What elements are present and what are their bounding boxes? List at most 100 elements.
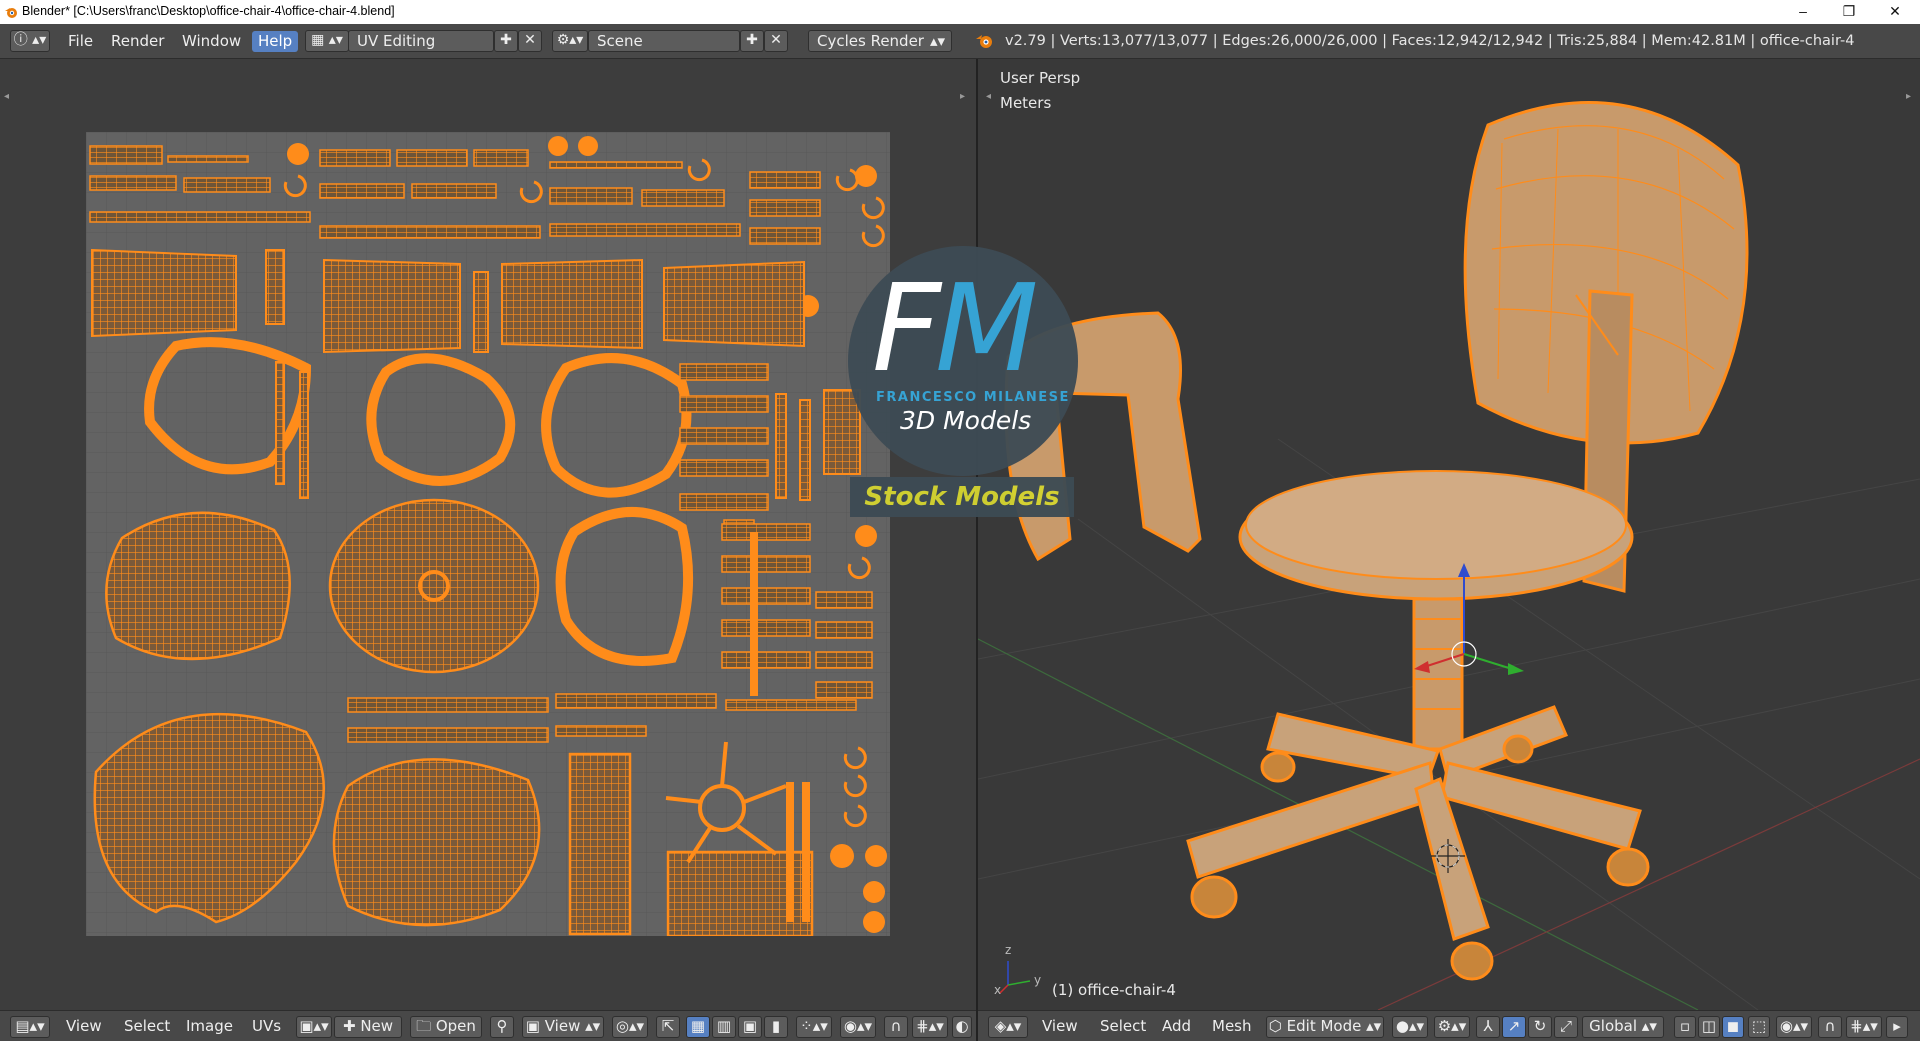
proportional-editing-button[interactable]: ◉▴▾ <box>1776 1016 1812 1038</box>
viewport-menu-mesh[interactable]: Mesh <box>1212 1016 1252 1037</box>
info-icon: ⓘ ▴▾ <box>13 32 47 48</box>
sync-selection-button[interactable]: ⇱ <box>656 1016 680 1038</box>
close-window-button[interactable]: ✕ <box>1872 0 1918 24</box>
axis-y-label: y <box>1034 973 1042 987</box>
pivot-button[interactable]: ◎▴▾ <box>612 1016 648 1038</box>
uv-image-editor[interactable]: ◂ ▸ <box>0 59 976 1010</box>
sticky-mode-button[interactable]: ⁘▴▾ <box>796 1016 832 1038</box>
sticky-icon: ⁘▴▾ <box>800 1017 828 1035</box>
toolshelf-toggle-icon[interactable]: ◂ <box>4 91 9 102</box>
dropdown-arrows-icon: ▴▾ <box>929 32 945 50</box>
uv-layout-drawing <box>86 132 890 936</box>
proportional-edit-icon: ◉▴▾ <box>843 1017 873 1035</box>
menu-window[interactable]: Window <box>176 31 247 52</box>
viewport-menu-select[interactable]: Select <box>1100 1016 1146 1037</box>
magnet-icon: ∩ <box>890 1017 902 1035</box>
layout-add-button[interactable]: ✚ <box>494 30 518 52</box>
dropdown-arrows-icon: ▴▾ <box>580 1017 601 1035</box>
viewport-shading-button[interactable]: ●▴▾ <box>1392 1016 1428 1038</box>
editor-type-info-button[interactable]: ⓘ ▴▾ <box>10 30 50 52</box>
pivot-icon: ⚙▴▾ <box>1437 1017 1467 1035</box>
face-select-mode-button[interactable]: ◼ <box>1722 1016 1744 1038</box>
uv-view-mode-select[interactable]: ▣ View ▴▾ <box>522 1016 604 1038</box>
render-engine-select[interactable]: Cycles Render ▴▾ <box>808 30 952 52</box>
proportional-edit-button[interactable]: ◉▴▾ <box>840 1016 876 1038</box>
vertex-select-mode-button[interactable]: ▫ <box>1674 1016 1696 1038</box>
scene-statistics: v2.79 | Verts:13,077/13,077 | Edges:26,0… <box>1005 33 1855 49</box>
pin-button[interactable]: ⚲ <box>490 1016 514 1038</box>
viewport-menu-view[interactable]: View <box>1042 1016 1078 1037</box>
rotate-manipulator-button[interactable]: ↻ <box>1528 1016 1552 1038</box>
interaction-mode-label: Edit Mode <box>1286 1017 1362 1035</box>
interaction-mode-select[interactable]: ⬡ Edit Mode ▴▾ <box>1266 1016 1384 1038</box>
minimize-button[interactable]: – <box>1780 0 1826 24</box>
vertex-select-button[interactable]: ▦ <box>686 1016 710 1038</box>
snap-icon: ⋕▴▾ <box>1850 1017 1878 1035</box>
pivot-icon: ◎▴▾ <box>615 1017 645 1035</box>
layout-name-field[interactable]: UV Editing <box>348 30 494 52</box>
editor-type-uv-button[interactable]: ▤▴▾ <box>10 1016 50 1038</box>
new-image-button[interactable]: ✚ New <box>334 1016 402 1038</box>
axis-x-label: x <box>994 983 1002 997</box>
axis-z-label: z <box>1005 943 1012 957</box>
toolshelf-toggle-icon[interactable]: ◂ <box>986 91 991 102</box>
active-object-button[interactable]: ◐ <box>952 1016 972 1038</box>
camera-icon: ▸ <box>1893 1017 1901 1035</box>
watermark-tagline: 3D Models <box>900 406 1032 435</box>
image-browse-button[interactable]: ▣▴▾ <box>296 1016 332 1038</box>
scale-manipulator-button[interactable]: ⤢ <box>1554 1016 1578 1038</box>
scene-add-button[interactable]: ✚ <box>740 30 764 52</box>
snap-button[interactable]: ∩ <box>1818 1016 1842 1038</box>
dropdown-arrows-icon: ▴▾ <box>1637 1017 1657 1035</box>
editor-type-3d-button[interactable]: ◈▴▾ <box>988 1016 1028 1038</box>
folder-icon: 🗀 <box>416 1017 436 1035</box>
island-select-button[interactable]: ▮ <box>764 1016 788 1038</box>
layout-delete-button[interactable]: ✕ <box>518 30 542 52</box>
snap-toggle-button[interactable]: ∩ <box>884 1016 908 1038</box>
manipulator-toggle-button[interactable]: ⅄ <box>1476 1016 1500 1038</box>
3d-viewport[interactable]: User Persp Meters (1) office-chair-4 ◂ ▸… <box>978 59 1920 1010</box>
uv-menu-uvs[interactable]: UVs <box>252 1016 281 1037</box>
menu-file[interactable]: File <box>62 31 99 52</box>
menu-help[interactable]: Help <box>252 31 299 52</box>
uv-view-mode-label: View <box>544 1017 581 1035</box>
watermark-logo-text: FM <box>872 260 1039 399</box>
open-image-label: Open <box>435 1017 476 1035</box>
layout-browse-button[interactable]: ▦ ▴▾ <box>305 30 349 52</box>
view-perspective-label: User Persp <box>1000 69 1081 87</box>
uv-menu-view[interactable]: View <box>66 1016 102 1037</box>
translate-manipulator-button[interactable]: ↗ <box>1502 1016 1526 1038</box>
transform-orientation-select[interactable]: Global ▴▾ <box>1582 1016 1664 1038</box>
edge-select-mode-button[interactable]: ◫ <box>1698 1016 1720 1038</box>
properties-toggle-icon[interactable]: ▸ <box>960 91 965 102</box>
restore-button[interactable]: ❐ <box>1826 0 1872 24</box>
snap-target-button[interactable]: ⋕▴▾ <box>1846 1016 1882 1038</box>
menu-render[interactable]: Render <box>105 31 170 52</box>
vertex-select-icon: ▫ <box>1679 1017 1691 1035</box>
viewport-footer: ◈▴▾ View Select Add Mesh ⬡ Edit Mode ▴▾ … <box>978 1010 1920 1041</box>
properties-toggle-icon[interactable]: ▸ <box>1906 91 1911 102</box>
pivot-point-button[interactable]: ⚙▴▾ <box>1434 1016 1470 1038</box>
limit-selection-button[interactable]: ⬚ <box>1748 1016 1770 1038</box>
pin-icon: ⚲ <box>496 1017 508 1035</box>
scene-browse-button[interactable]: ⚙▴▾ <box>552 30 588 52</box>
viewport-scene-drawing <box>978 101 1920 1010</box>
scene-delete-button[interactable]: ✕ <box>764 30 788 52</box>
open-image-button[interactable]: 🗀 Open <box>410 1016 482 1038</box>
uv-menu-image[interactable]: Image <box>186 1016 233 1037</box>
face-select-button[interactable]: ▣ <box>738 1016 762 1038</box>
snap-icon: ⋕▴▾ <box>916 1017 944 1035</box>
cursor-icon: ⇱ <box>661 1017 675 1035</box>
opengl-render-button[interactable]: ▸ <box>1886 1016 1908 1038</box>
uv-canvas[interactable] <box>86 132 890 936</box>
edge-select-button[interactable]: ▥ <box>712 1016 736 1038</box>
image-editor-icon: ▤▴▾ <box>15 1017 45 1035</box>
proportional-edit-icon: ◉▴▾ <box>1779 1017 1809 1035</box>
scene-name-field[interactable]: Scene <box>588 30 740 52</box>
uv-menu-select[interactable]: Select <box>124 1016 170 1037</box>
watermark-brand: FRANCESCO MILANESE <box>876 390 1070 405</box>
viewport-menu-add[interactable]: Add <box>1162 1016 1191 1037</box>
manipulator-icon: ⅄ <box>1483 1017 1493 1035</box>
rotate-icon: ↻ <box>1533 1017 1547 1035</box>
snap-element-button[interactable]: ⋕▴▾ <box>912 1016 948 1038</box>
